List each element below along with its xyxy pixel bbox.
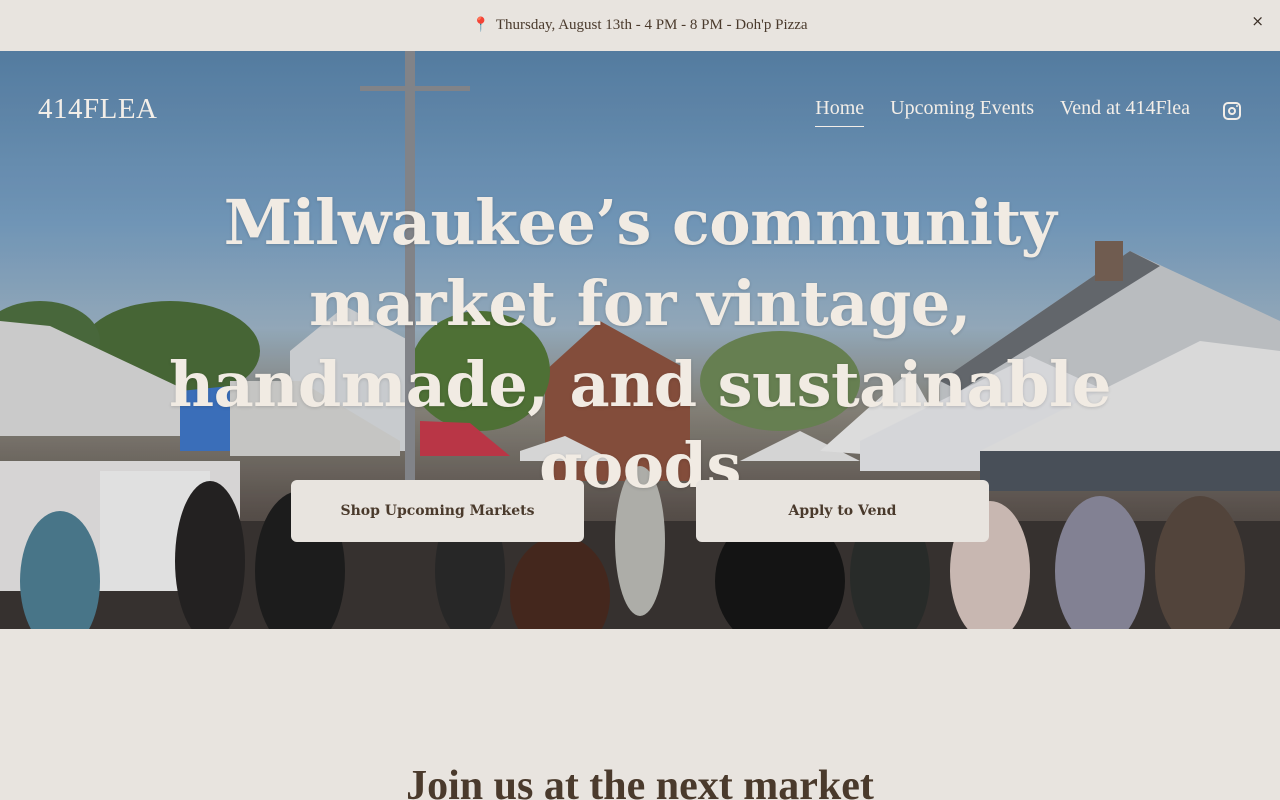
apply-to-vend-button[interactable]: Apply to Vend — [696, 480, 989, 542]
hero-banner: 414FLEA Home Upcoming Events Vend at 414… — [0, 51, 1280, 629]
close-icon[interactable]: × — [1251, 12, 1264, 30]
map-pin-icon: 📍 — [472, 18, 490, 33]
instagram-icon[interactable] — [1223, 102, 1241, 120]
announcement-bar: 📍 Thursday, August 13th - 4 PM - 8 PM - … — [0, 0, 1280, 51]
nav-upcoming-events[interactable]: Upcoming Events — [890, 97, 1034, 127]
main-nav: Home Upcoming Events Vend at 414Flea — [815, 97, 1190, 127]
announcement-text: Thursday, August 13th - 4 PM - 8 PM - Do… — [495, 17, 808, 33]
section-title: Join us at the next market — [406, 763, 874, 800]
nav-vend[interactable]: Vend at 414Flea — [1060, 97, 1190, 127]
site-logo[interactable]: 414FLEA — [38, 93, 158, 126]
hero-headline: Milwaukee’s community market for vintage… — [169, 186, 1111, 502]
shop-upcoming-markets-button[interactable]: Shop Upcoming Markets — [291, 480, 584, 542]
nav-home[interactable]: Home — [815, 97, 865, 127]
